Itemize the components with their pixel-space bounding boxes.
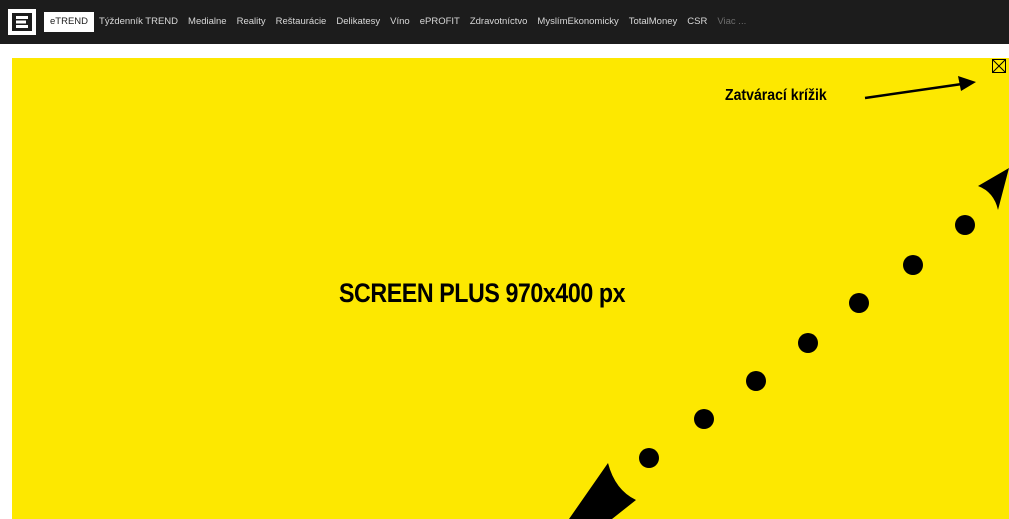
nav-item-medialne[interactable]: Medialne <box>183 12 232 32</box>
nav-item-zdravotnictvo[interactable]: Zdravotníctvo <box>465 12 533 32</box>
close-x-icon[interactable] <box>992 59 1006 73</box>
nav-item-eprofit[interactable]: ePROFIT <box>415 12 465 32</box>
nav-item-csr[interactable]: CSR <box>682 12 712 32</box>
nav-item-reality[interactable]: Reality <box>232 12 271 32</box>
close-label: Zatvárací krížik <box>725 87 827 104</box>
top-navigation-bar: eTREND Týždenník TREND Medialne Reality … <box>0 0 1009 44</box>
ad-banner[interactable]: SCREEN PLUS 970x400 px Zatvárací krížik <box>12 58 1009 519</box>
nav-item-totalmoney[interactable]: TotalMoney <box>624 12 683 32</box>
nav-item-delikatesy[interactable]: Delikatesy <box>331 12 385 32</box>
nav-item-tyzdennik-trend[interactable]: Týždenník TREND <box>94 12 183 32</box>
nav-item-vino[interactable]: Víno <box>385 12 415 32</box>
nav-item-myslimekonomicky[interactable]: MyslímEkonomicky <box>532 12 623 32</box>
nav-item-more[interactable]: Viac ... <box>712 12 751 32</box>
banner-title: SCREEN PLUS 970x400 px <box>339 278 626 308</box>
nav-item-restauracie[interactable]: Reštaurácie <box>271 12 332 32</box>
nav-item-etrend[interactable]: eTREND <box>44 12 95 32</box>
site-nav: eTREND Týždenník TREND Medialne Reality … <box>44 12 751 32</box>
e-logo-icon[interactable] <box>8 9 36 35</box>
